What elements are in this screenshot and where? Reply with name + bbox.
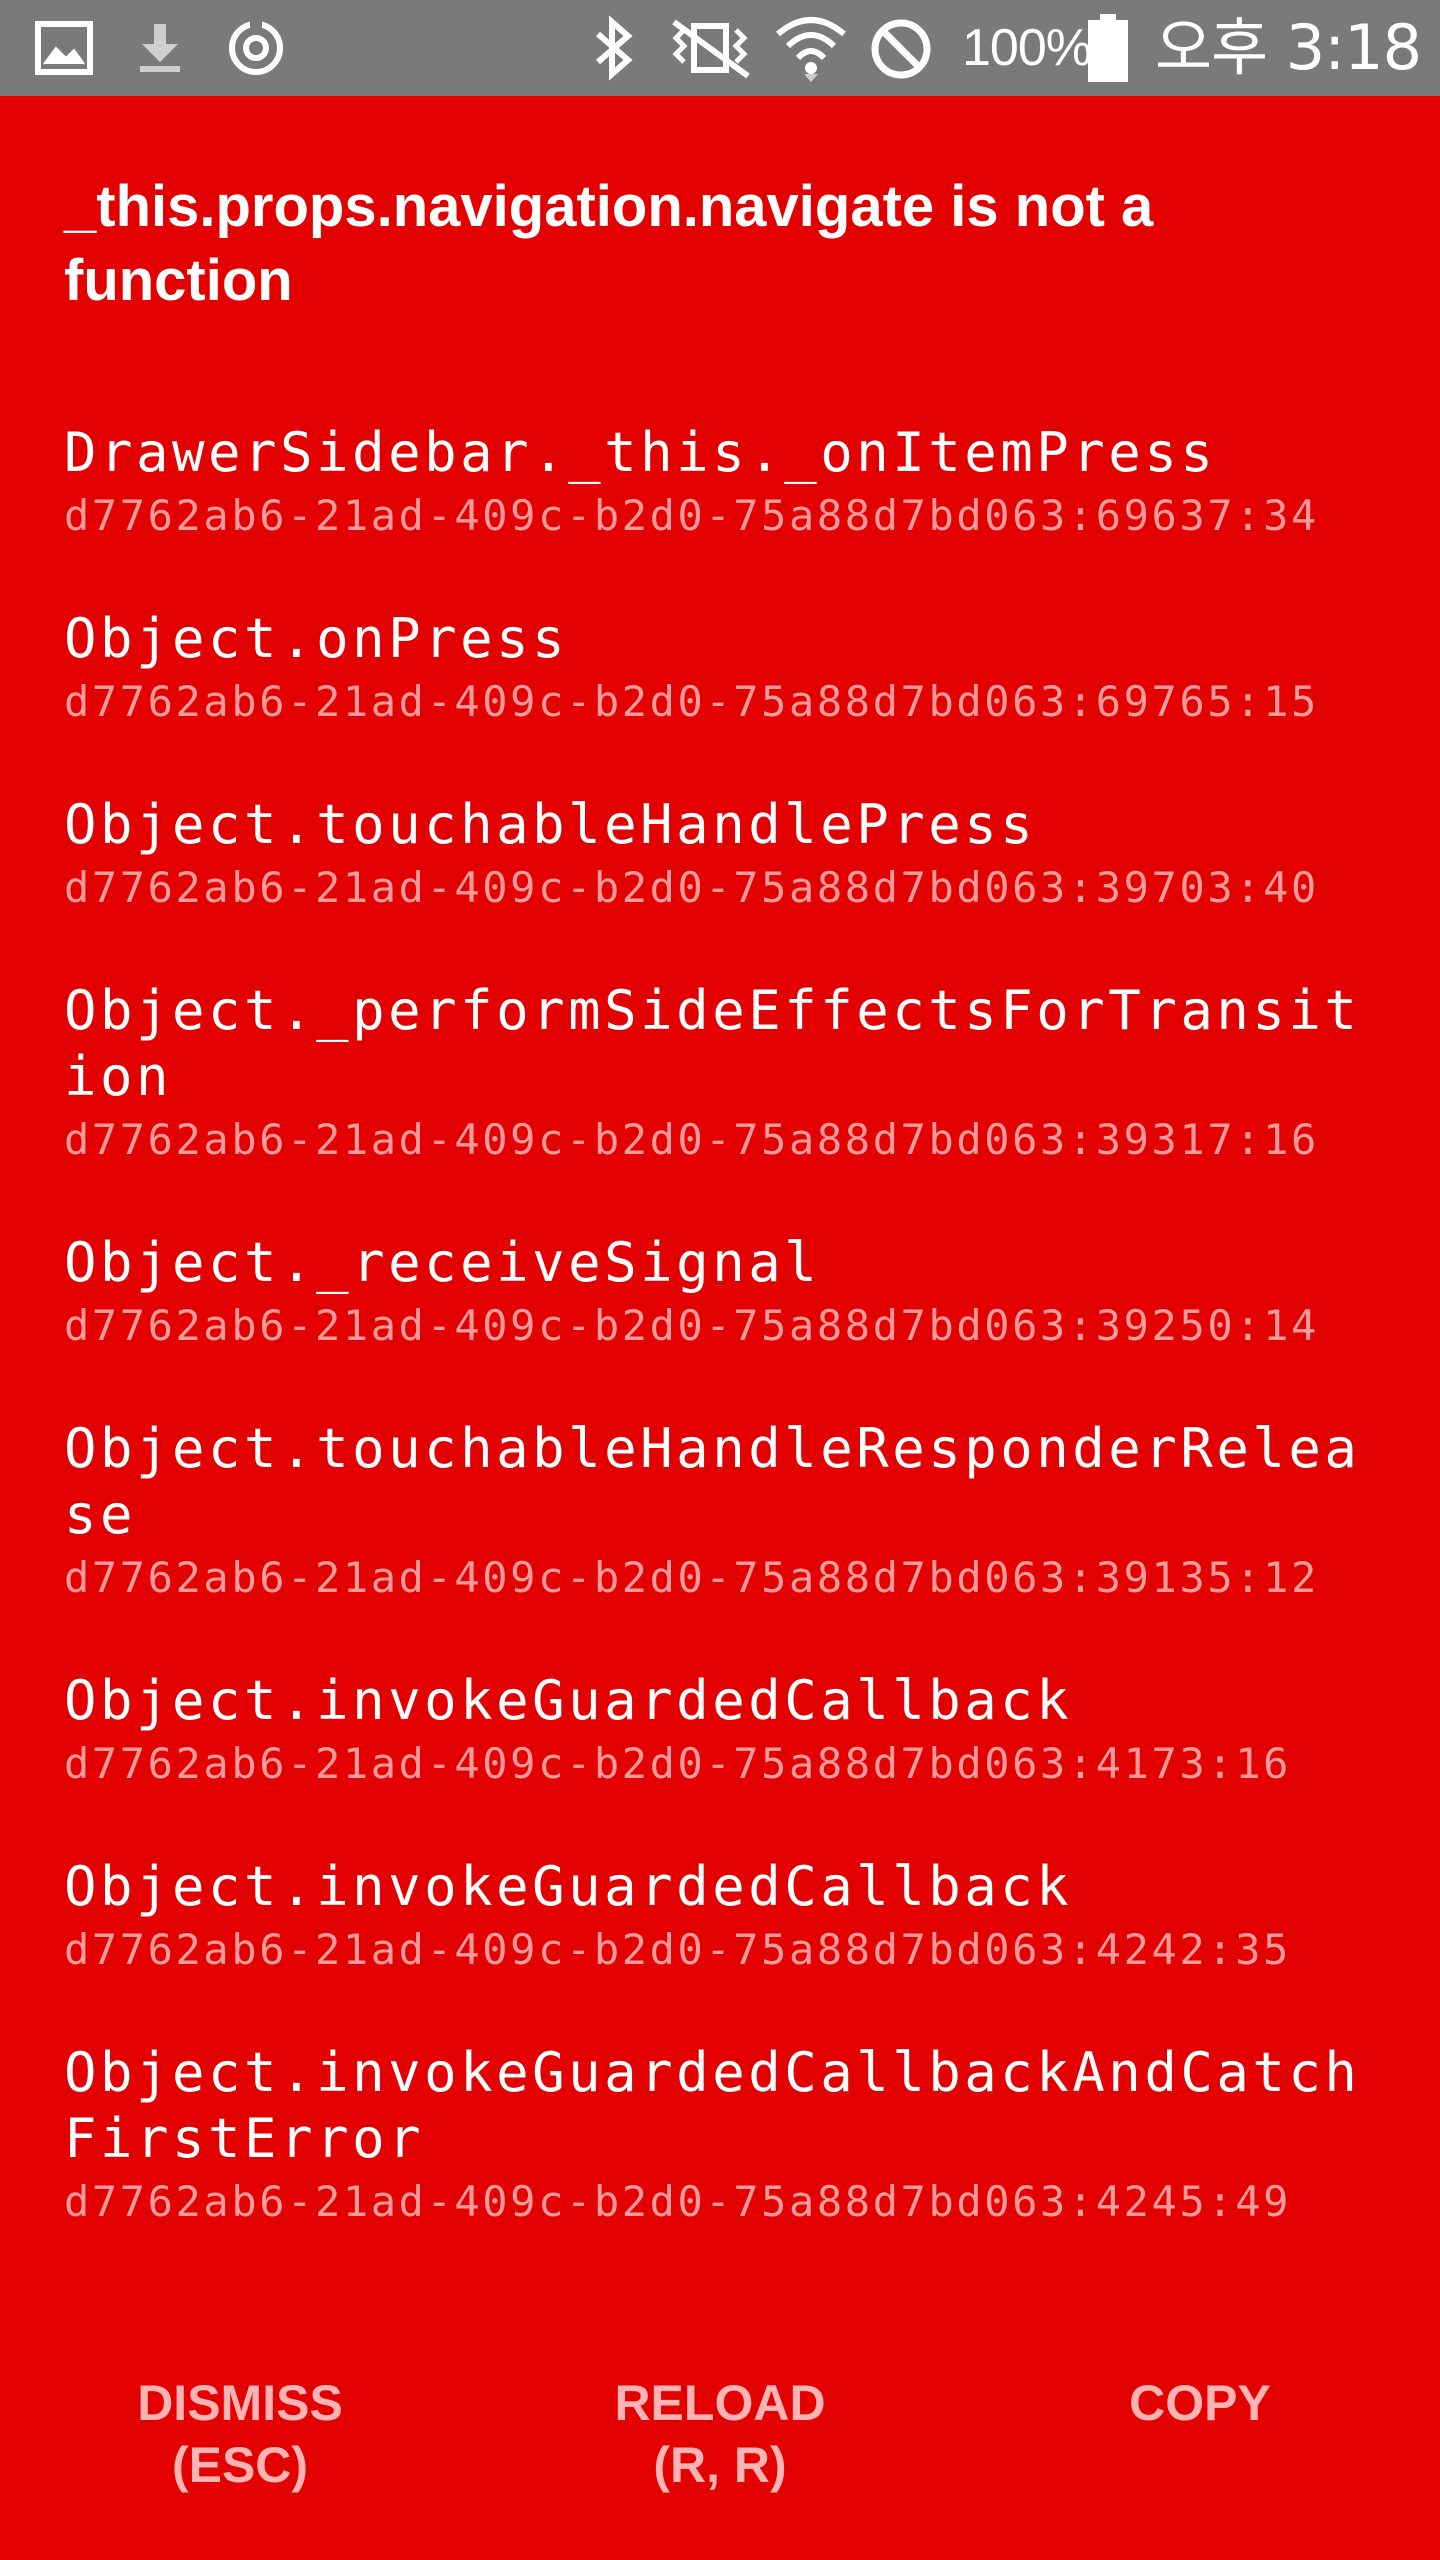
stack-frame[interactable]: Object.invokeGuardedCallbackAndCatchFirs… [64, 2040, 1404, 2232]
frame-location: d7762ab6-21ad-409c-b2d0-75a88d7bd063:697… [64, 677, 1319, 726]
frame-location: d7762ab6-21ad-409c-b2d0-75a88d7bd063:391… [64, 1553, 1319, 1602]
stack-frame[interactable]: Object.touchableHandleResponderRelease d… [64, 1416, 1404, 1608]
frame-method: Object.invokeGuardedCallback [64, 1855, 1073, 1918]
frame-location: d7762ab6-21ad-409c-b2d0-75a88d7bd063:397… [64, 863, 1319, 912]
status-bar: 100% 오후 3:18 [0, 0, 1440, 96]
dismiss-button-label: DISMISS [137, 2375, 343, 2431]
battery-icon [1088, 14, 1128, 82]
error-title: _this.props.navigation.navigate is not a… [64, 174, 1154, 313]
stack-frame[interactable]: Object.invokeGuardedCallback d7762ab6-21… [64, 1668, 1404, 1794]
stack-frame[interactable]: Object.invokeGuardedCallback d7762ab6-21… [64, 1854, 1404, 1980]
frame-location: d7762ab6-21ad-409c-b2d0-75a88d7bd063:417… [64, 1739, 1291, 1788]
bluetooth-icon [596, 15, 633, 81]
button-bar: DISMISS (ESC) RELOAD (R, R) COPY [0, 2372, 1440, 2542]
frame-method: Object.invokeGuardedCallbackAndCatchFirs… [64, 2041, 1361, 2170]
frame-method: DrawerSidebar._this._onItemPress [64, 421, 1217, 484]
frame-method: Object._receiveSignal [64, 1231, 821, 1294]
frame-method: Object._performSideEffectsForTransition [64, 979, 1361, 1108]
copy-button[interactable]: COPY [1000, 2372, 1400, 2434]
vibrate-icon [672, 19, 750, 79]
frame-location: d7762ab6-21ad-409c-b2d0-75a88d7bd063:424… [64, 1925, 1291, 1974]
copy-button-label: COPY [1129, 2375, 1271, 2431]
gallery-icon [35, 21, 93, 75]
reload-button-label: RELOAD [614, 2375, 826, 2431]
download-icon [140, 24, 180, 72]
clock: 오후 3:18 [1155, 11, 1422, 84]
stack-frame[interactable]: Object._receiveSignal d7762ab6-21ad-409c… [64, 1230, 1404, 1356]
dismiss-button-shortcut: (ESC) [171, 2437, 309, 2493]
stack-frame[interactable]: Object.touchableHandlePress d7762ab6-21a… [64, 792, 1404, 918]
frame-location: d7762ab6-21ad-409c-b2d0-75a88d7bd063:424… [64, 2177, 1291, 2226]
wifi-icon [776, 17, 846, 82]
frame-location: d7762ab6-21ad-409c-b2d0-75a88d7bd063:392… [64, 1301, 1319, 1350]
sync-icon [229, 18, 283, 75]
stack-frame[interactable]: DrawerSidebar._this._onItemPress d7762ab… [64, 420, 1404, 546]
stack-frame[interactable]: Object._performSideEffectsForTransition … [64, 978, 1404, 1170]
frame-method: Object.invokeGuardedCallback [64, 1669, 1073, 1732]
stack-frame[interactable]: Object.onPress d7762ab6-21ad-409c-b2d0-7… [64, 606, 1404, 732]
frame-method: Object.touchableHandlePress [64, 793, 1037, 856]
frame-location: d7762ab6-21ad-409c-b2d0-75a88d7bd063:393… [64, 1115, 1319, 1164]
battery-percentage: 100% [962, 19, 1092, 77]
frame-location: d7762ab6-21ad-409c-b2d0-75a88d7bd063:696… [64, 491, 1319, 540]
reload-button-shortcut: (R, R) [653, 2437, 787, 2493]
stack-trace: DrawerSidebar._this._onItemPress d7762ab… [64, 420, 1404, 2292]
frame-method: Object.onPress [64, 607, 569, 670]
frame-method: Object.touchableHandleResponderRelease [64, 1417, 1361, 1546]
do-not-disturb-icon [871, 19, 931, 79]
dismiss-button[interactable]: DISMISS (ESC) [40, 2372, 440, 2496]
reload-button[interactable]: RELOAD (R, R) [520, 2372, 920, 2496]
